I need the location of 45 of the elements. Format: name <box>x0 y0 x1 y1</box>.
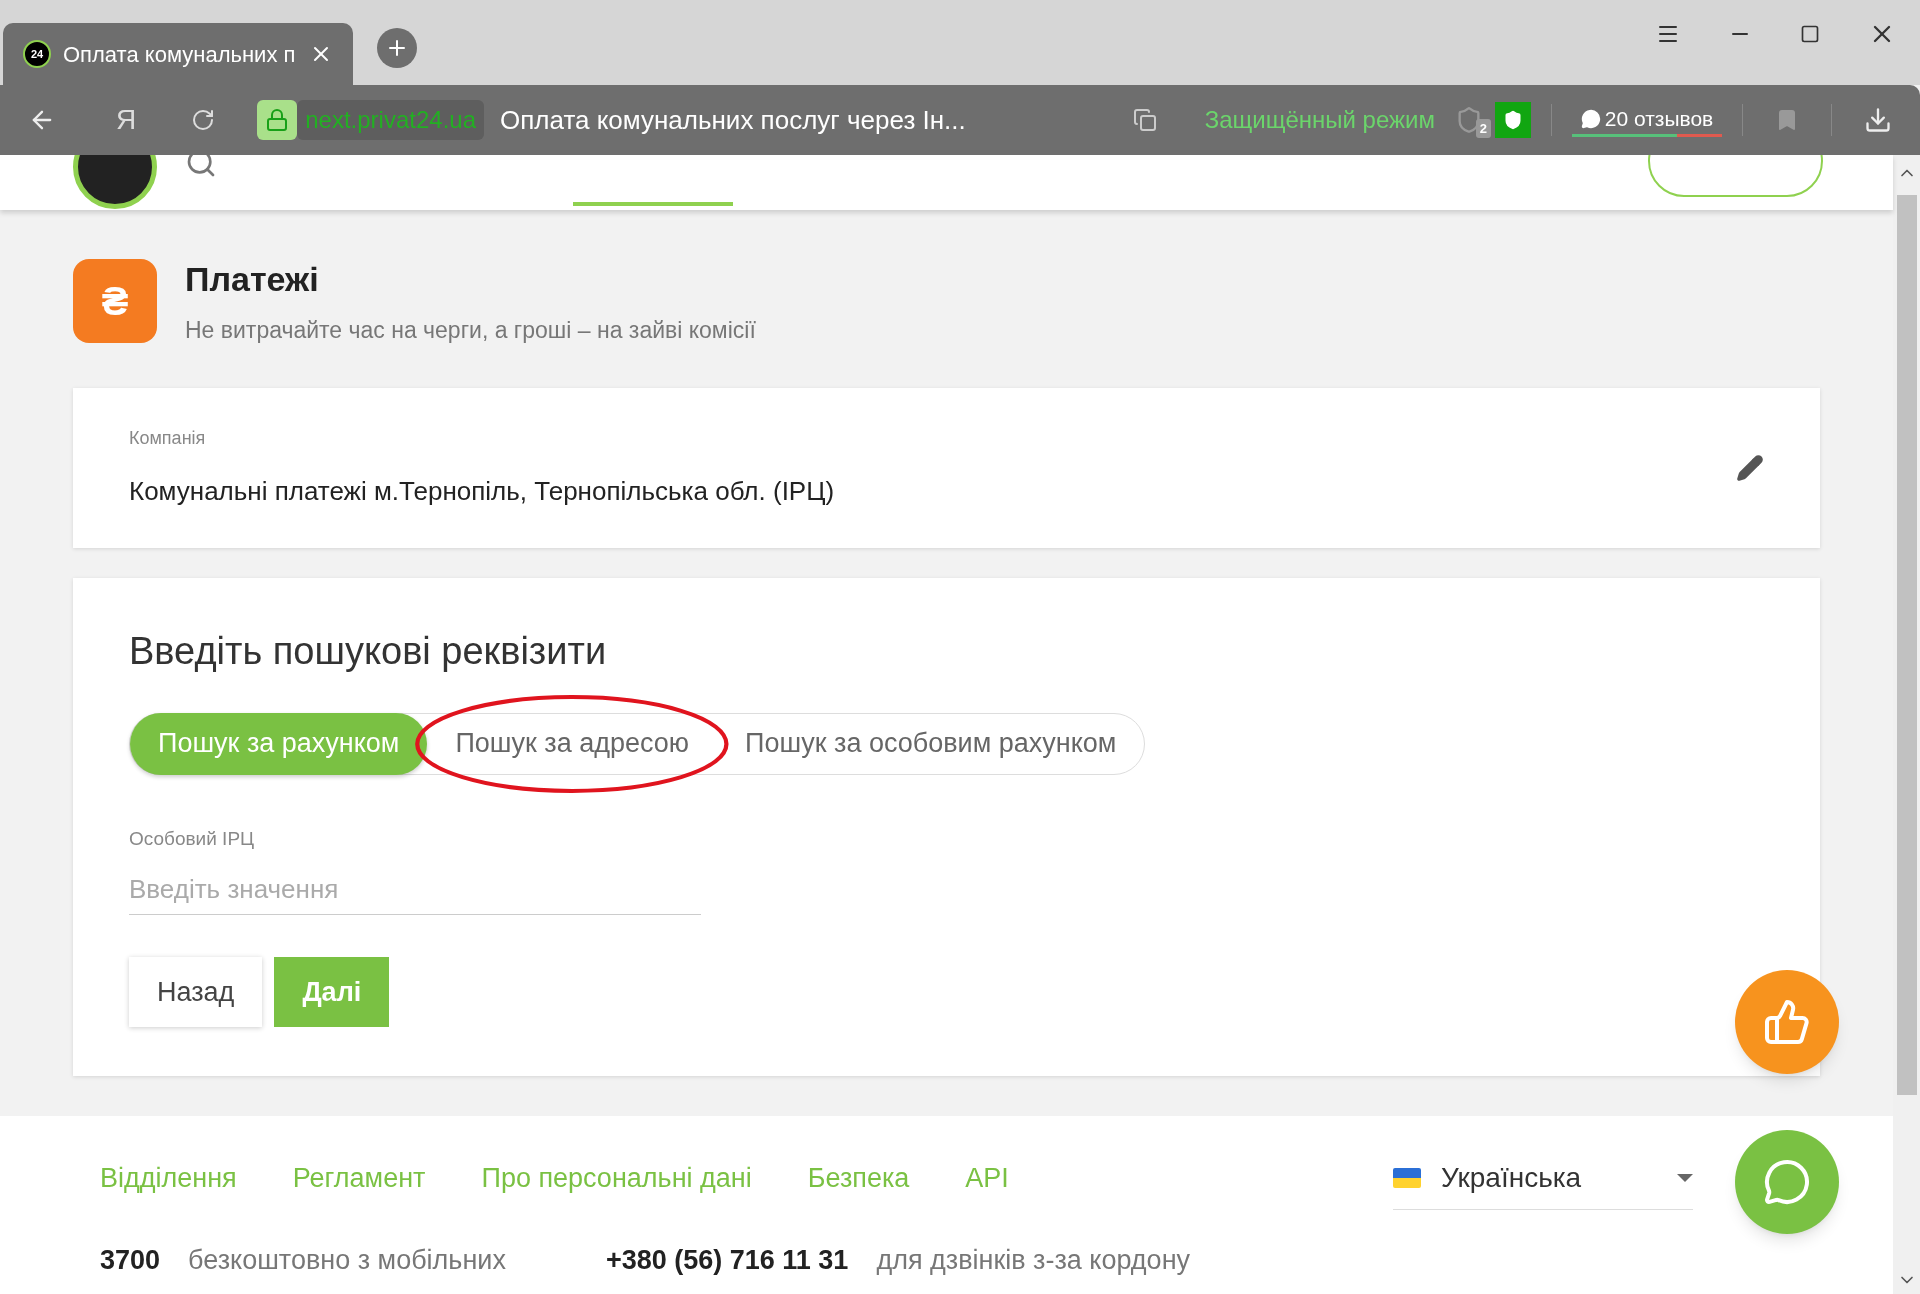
phone-note: для дзвінків з-за кордону <box>876 1243 1191 1277</box>
back-button[interactable]: Назад <box>129 957 263 1027</box>
field-label: Компанія <box>129 426 207 450</box>
footer-link[interactable]: Безпека <box>807 1158 910 1199</box>
thumbs-up-icon <box>1763 998 1811 1046</box>
protected-mode-label[interactable]: Защищённый режим <box>1204 102 1435 138</box>
download-icon[interactable] <box>1864 106 1892 134</box>
blocked-count: 2 <box>1475 118 1491 138</box>
tabs-icon[interactable] <box>1132 108 1157 132</box>
footer-link[interactable]: Про персональні дані <box>481 1158 752 1199</box>
footer-link[interactable]: Відділення <box>100 1158 237 1199</box>
input-field[interactable]: Введіть значення <box>129 865 701 915</box>
search-mode-tab[interactable]: Пошук за рахунком <box>130 712 428 775</box>
footer-link[interactable]: Регламент <box>292 1158 426 1199</box>
speech-bubble-icon <box>1580 108 1601 129</box>
reload-icon[interactable] <box>191 108 216 132</box>
page-title: Платежі <box>185 259 320 300</box>
shield-icon[interactable] <box>1495 102 1531 138</box>
maximize-icon[interactable] <box>1800 24 1820 44</box>
ukraine-flag-icon <box>1393 1168 1421 1188</box>
url-text[interactable]: next.privat24.ua <box>297 100 484 140</box>
phone-number: +380 (56) 716 11 31 <box>605 1243 849 1277</box>
phone-number: 3700 <box>100 1243 161 1277</box>
edit-icon[interactable] <box>1736 453 1764 482</box>
hryvnia-icon: ₴ <box>73 258 157 343</box>
reviews-button[interactable]: 20 отзывов <box>1572 102 1722 138</box>
tab-title: Оплата комунальних п <box>63 40 296 69</box>
page-title: Оплата комунальних послуг через Ін... <box>500 103 966 137</box>
site-logo-icon: 24 <box>23 40 51 68</box>
lock-icon <box>257 100 298 140</box>
browser-tab[interactable]: 24 Оплата комунальних п <box>3 23 353 85</box>
dropdown-caret-icon <box>1677 1174 1693 1182</box>
search-mode-tab[interactable]: Пошук за особовим рахунком <box>717 712 1145 775</box>
next-button[interactable]: Далі <box>274 957 390 1027</box>
chat-icon <box>1763 1158 1811 1206</box>
field-label: Особовий ІРЦ <box>129 826 255 851</box>
search-icon[interactable] <box>185 155 217 179</box>
new-tab-button[interactable] <box>377 27 417 68</box>
company-name: Комунальні платежі м.Тернопіль, Тернопільська обл. (ІРЦ) <box>129 474 835 508</box>
phone-note: безкоштовно з мобільних <box>188 1243 506 1277</box>
language-select[interactable]: Українська <box>1393 1147 1693 1210</box>
section-heading: Введіть пошукові реквізити <box>129 628 607 674</box>
page-subtitle: Не витрачайте час на черги, а гроші – на зайві комісії <box>185 316 756 345</box>
footer-link[interactable]: API <box>965 1158 1009 1199</box>
yandex-icon[interactable]: Я <box>116 99 137 141</box>
